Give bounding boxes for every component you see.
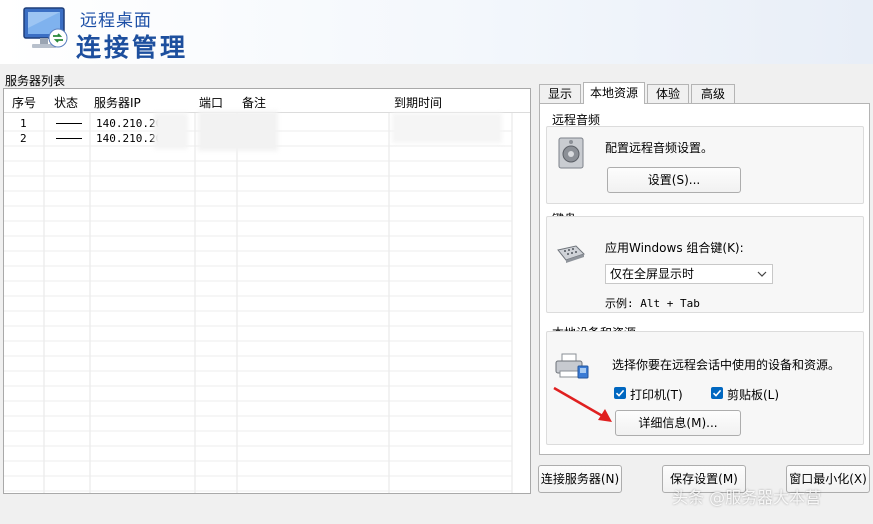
column-header-index[interactable]: 序号	[12, 94, 36, 111]
chevron-down-icon	[757, 271, 767, 277]
connect-server-button[interactable]: 连接服务器(N)	[538, 465, 622, 493]
redacted-area	[198, 111, 278, 151]
clipboard-checkbox[interactable]	[711, 387, 723, 399]
checkmark-icon	[712, 389, 722, 397]
speaker-icon	[558, 137, 584, 169]
column-header-note[interactable]: 备注	[242, 94, 266, 111]
watermark: 头条 @服务器大本营	[672, 488, 822, 507]
column-header-expire[interactable]: 到期时间	[394, 94, 442, 111]
keyboard-combo-select[interactable]: 仅在全屏显示时	[605, 264, 773, 284]
app-header: 远程桌面 连接管理	[0, 0, 873, 64]
printer-devices-icon	[555, 353, 589, 379]
app-title: 连接管理	[76, 33, 189, 62]
remote-desktop-monitor-icon	[23, 7, 68, 48]
annotation-arrow-icon	[553, 386, 612, 422]
row-status-indicator	[56, 138, 82, 139]
keyboard-combo-value: 仅在全屏显示时	[610, 267, 695, 281]
server-list[interactable]: 序号 状态 服务器IP 端口 备注 到期时间 1 140.210.20. 哥 2…	[3, 88, 531, 494]
server-list-header: 序号 状态 服务器IP 端口 备注 到期时间	[4, 89, 530, 113]
row-index: 2	[20, 132, 27, 145]
details-button[interactable]: 详细信息(M)...	[615, 410, 741, 436]
printer-checkbox-label[interactable]: 打印机(T)	[630, 386, 683, 403]
server-list-label: 服务器列表	[5, 74, 66, 88]
row-status-indicator	[56, 123, 82, 124]
audio-description: 配置远程音频设置。	[605, 141, 714, 155]
keyboard-example: 示例: Alt + Tab	[605, 297, 700, 310]
devices-description: 选择你要在远程会话中使用的设备和资源。	[612, 358, 841, 372]
tab-experience[interactable]: 体验	[647, 84, 689, 104]
keyboard-icon	[557, 245, 585, 263]
redacted-area	[154, 113, 188, 149]
clipboard-checkbox-label[interactable]: 剪贴板(L)	[727, 386, 779, 403]
row-index: 1	[20, 117, 27, 130]
tab-local-resources[interactable]: 本地资源	[583, 82, 645, 104]
column-header-port[interactable]: 端口	[199, 94, 223, 111]
tab-display[interactable]: 显示	[539, 84, 581, 104]
audio-settings-button[interactable]: 设置(S)...	[607, 167, 741, 193]
column-header-ip[interactable]: 服务器IP	[94, 94, 141, 111]
keyboard-combo-label: 应用Windows 组合键(K):	[605, 241, 744, 255]
tab-advanced[interactable]: 高级	[691, 84, 735, 104]
column-header-status[interactable]: 状态	[54, 94, 78, 111]
redacted-area	[392, 113, 502, 143]
